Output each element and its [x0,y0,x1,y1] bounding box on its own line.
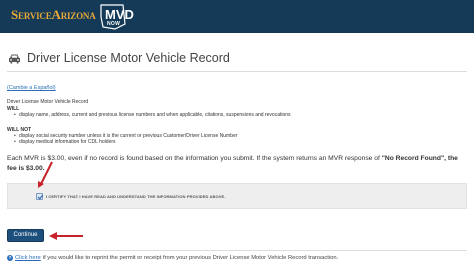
list-item: display name, address, current and previ… [14,112,291,118]
fee-text: Each MVR is $3.00, even if no record is … [7,155,382,162]
mvd-logo-text: MVD [105,7,134,22]
fee-notice: Each MVR is $3.00, even if no record is … [7,154,467,174]
continue-button[interactable]: Continue [7,229,44,242]
certify-label[interactable]: I CERTIFY THAT I HAVE READ AND UNDERSTAN… [46,194,226,199]
certification-panel: I CERTIFY THAT I HAVE READ AND UNDERSTAN… [7,183,467,209]
will-not-list: display social security number unless it… [14,133,237,146]
mvr-intro-text: Driver License Motor Vehicle Record [7,99,89,105]
footer-divider [7,250,467,251]
certify-checkbox[interactable] [36,193,43,200]
reprint-text: if you would like to reprint the permit … [42,255,339,261]
list-item: display medical information for CDL hold… [14,139,237,145]
car-icon [9,54,20,63]
annotation-arrow-checkbox [38,161,53,188]
mvd-now-logo[interactable]: MVD NOW [98,2,134,30]
annotation-arrow-continue [49,232,83,240]
servicearizona-logo[interactable]: ServiceArizona [11,7,96,23]
title-divider [7,71,467,72]
top-header-bar: ServiceArizona MVD NOW [0,0,474,33]
spanish-language-link[interactable]: (Cambie a Español) [7,85,56,91]
page-title: Driver License Motor Vehicle Record [27,51,230,65]
reprint-link[interactable]: Click here [15,255,41,261]
will-list: display name, address, current and previ… [14,112,291,118]
reprint-notice: ? Click here if you would like to reprin… [7,255,338,261]
now-logo-text: NOW [107,21,121,27]
page-title-row: Driver License Motor Vehicle Record [8,50,230,66]
question-circle-icon: ? [7,255,13,261]
